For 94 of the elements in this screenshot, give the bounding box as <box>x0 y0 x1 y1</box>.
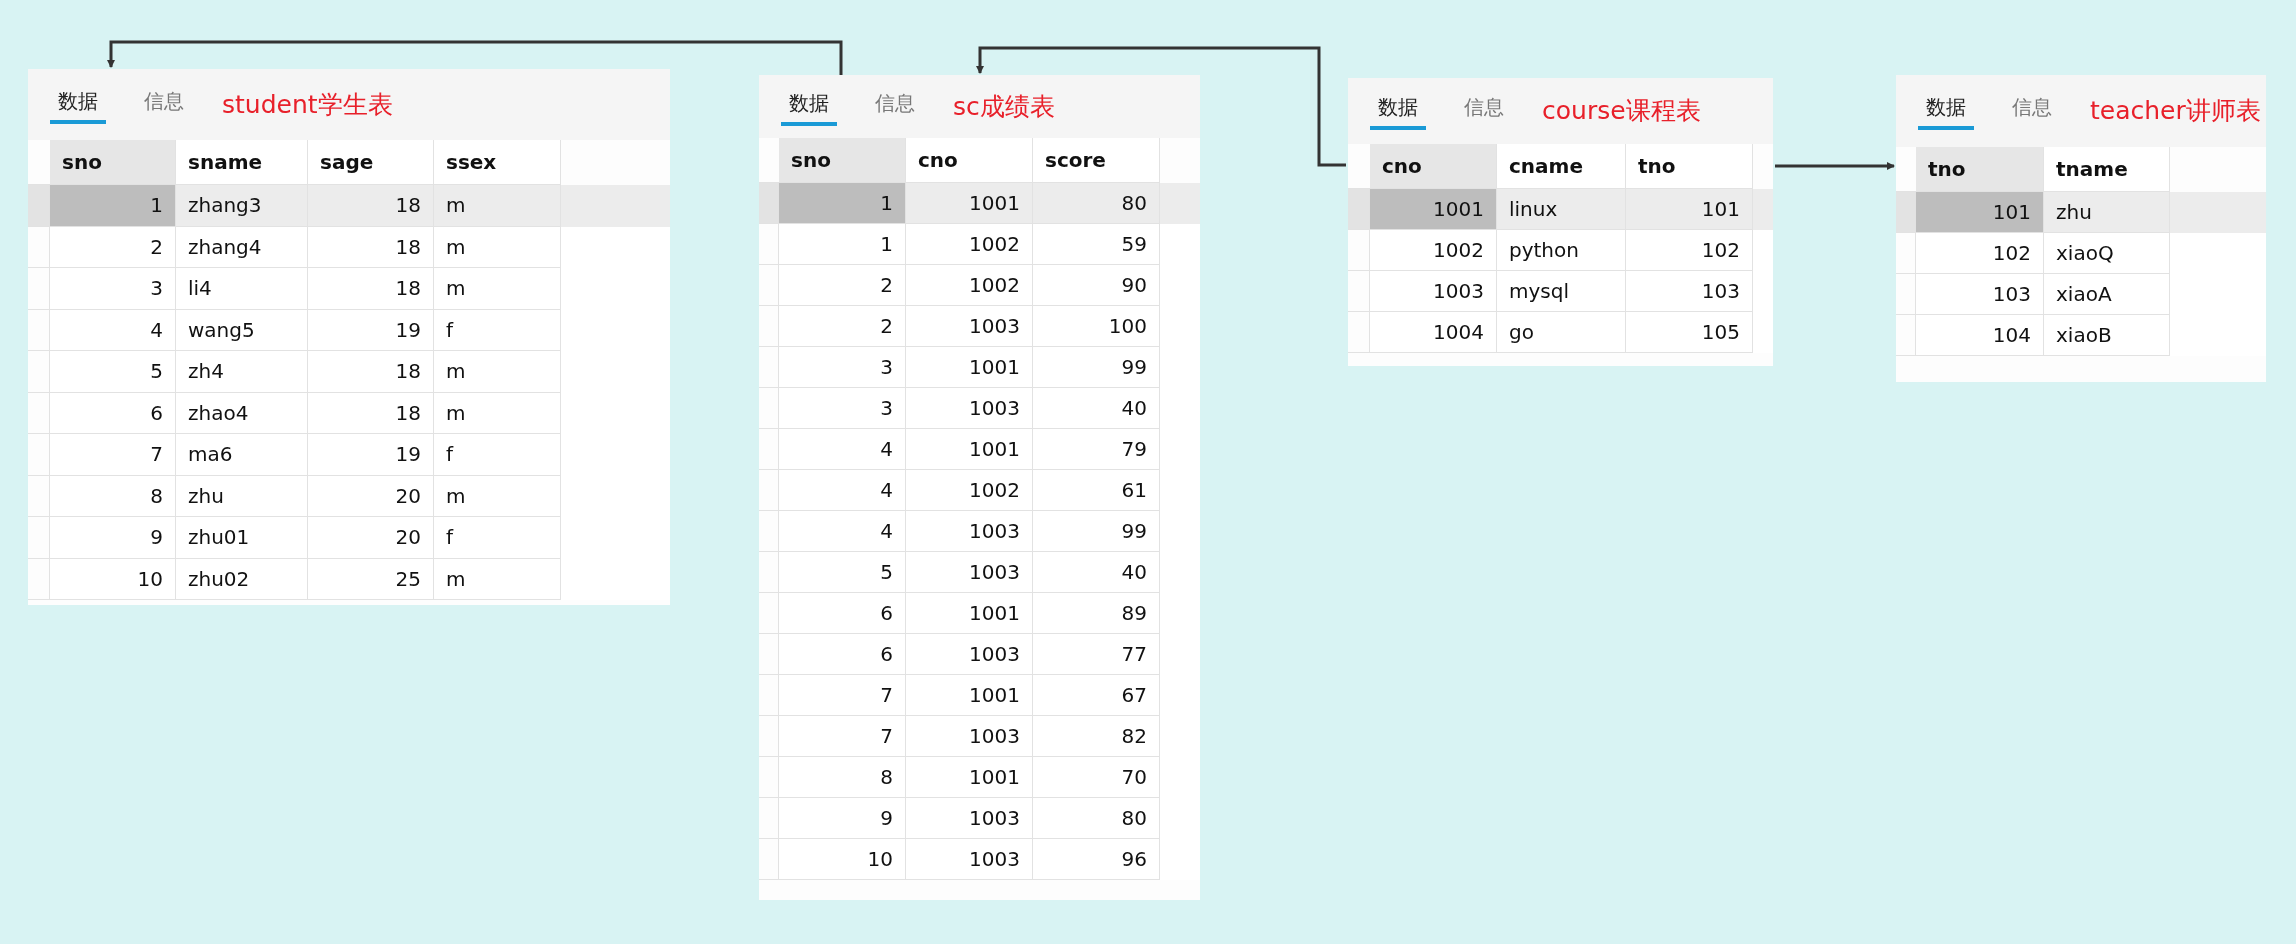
row-selector[interactable] <box>759 675 779 716</box>
column-header[interactable]: cno <box>1370 144 1497 189</box>
table-cell: m <box>434 558 561 600</box>
table-cell: 1 <box>779 183 906 224</box>
column-header[interactable]: tname <box>2044 147 2170 192</box>
row-selector[interactable] <box>759 552 779 593</box>
column-header[interactable]: tno <box>1626 144 1753 189</box>
table-cell: m <box>434 185 561 227</box>
row-selector[interactable] <box>759 511 779 552</box>
table-cell: zhu01 <box>176 517 308 559</box>
table-cell: 1001 <box>1370 189 1497 230</box>
row-selector[interactable] <box>28 185 50 227</box>
table-cell: 25 <box>308 558 434 600</box>
table-cell: 20 <box>308 517 434 559</box>
table-cell: f <box>434 517 561 559</box>
table-cell: ma6 <box>176 434 308 476</box>
table-cell: m <box>434 351 561 393</box>
row-selector[interactable] <box>1896 274 1916 315</box>
row-selector[interactable] <box>759 634 779 675</box>
table-cell: m <box>434 268 561 310</box>
table-cell: zh4 <box>176 351 308 393</box>
row-selector[interactable] <box>1896 233 1916 274</box>
tab[interactable]: 信息 <box>867 87 923 126</box>
table-cell: 101 <box>1916 192 2044 233</box>
table-cell: 3 <box>50 268 176 310</box>
row-selector[interactable] <box>759 347 779 388</box>
column-header[interactable]: cno <box>906 138 1033 183</box>
column-header[interactable]: sage <box>308 140 434 185</box>
row-selector[interactable] <box>759 183 779 224</box>
row-selector[interactable] <box>1896 315 1916 356</box>
row-selector[interactable] <box>28 475 50 517</box>
row-selector[interactable] <box>28 392 50 434</box>
row-selector[interactable] <box>759 224 779 265</box>
column-header[interactable]: sname <box>176 140 308 185</box>
table-cell: 10 <box>50 558 176 600</box>
column-header[interactable]: ssex <box>434 140 561 185</box>
table-cell: zhang3 <box>176 185 308 227</box>
row-selector[interactable] <box>759 265 779 306</box>
row-selector[interactable] <box>28 268 50 310</box>
table-title: teacher讲师表 <box>2090 95 2261 128</box>
tab[interactable]: 数据 <box>50 85 106 124</box>
row-selector[interactable] <box>759 593 779 634</box>
row-selector[interactable] <box>759 798 779 839</box>
row-selector[interactable] <box>1896 192 1916 233</box>
table-cell: go <box>1497 312 1626 353</box>
row-selector[interactable] <box>28 226 50 268</box>
row-selector[interactable] <box>1348 189 1370 230</box>
table-title: course课程表 <box>1542 95 1701 128</box>
column-header[interactable]: score <box>1033 138 1160 183</box>
tab[interactable]: 数据 <box>781 87 837 126</box>
table-cell: 1003 <box>906 839 1033 880</box>
row-selector[interactable] <box>28 351 50 393</box>
row-selector[interactable] <box>1348 230 1370 271</box>
table-cell: 7 <box>50 434 176 476</box>
table-cell: 96 <box>1033 839 1160 880</box>
row-selector[interactable] <box>1348 312 1370 353</box>
table-title: student学生表 <box>222 88 393 121</box>
table-cell: 104 <box>1916 315 2044 356</box>
table-cell: xiaoB <box>2044 315 2170 356</box>
tab[interactable]: 数据 <box>1918 92 1974 130</box>
row-selector[interactable] <box>28 517 50 559</box>
column-header[interactable]: tno <box>1916 147 2044 192</box>
table-cell: 9 <box>50 517 176 559</box>
row-selector[interactable] <box>759 716 779 757</box>
row-selector[interactable] <box>759 306 779 347</box>
tab[interactable]: 数据 <box>1370 92 1426 130</box>
table-cell: 18 <box>308 185 434 227</box>
row-selector[interactable] <box>759 757 779 798</box>
table-cell: li4 <box>176 268 308 310</box>
table-cell: 10 <box>779 839 906 880</box>
table-cell: 19 <box>308 434 434 476</box>
row-selector[interactable] <box>759 839 779 880</box>
row-selector[interactable] <box>759 429 779 470</box>
column-header[interactable]: cname <box>1497 144 1626 189</box>
row-selector[interactable] <box>1348 271 1370 312</box>
table-title: sc成绩表 <box>953 90 1055 123</box>
row-selector[interactable] <box>759 470 779 511</box>
tab[interactable]: 信息 <box>2004 92 2060 130</box>
table-cell: 18 <box>308 351 434 393</box>
row-selector[interactable] <box>759 388 779 429</box>
tab[interactable]: 信息 <box>1456 92 1512 130</box>
table-cell: 5 <box>50 351 176 393</box>
table-cell: f <box>434 434 561 476</box>
column-header[interactable]: sno <box>779 138 906 183</box>
table-cell: 1004 <box>1370 312 1497 353</box>
tab[interactable]: 信息 <box>136 85 192 124</box>
table-cell: 18 <box>308 268 434 310</box>
row-selector[interactable] <box>28 558 50 600</box>
table-cell: zhu02 <box>176 558 308 600</box>
row-selector[interactable] <box>28 434 50 476</box>
row-selector[interactable] <box>28 309 50 351</box>
table-cell: 105 <box>1626 312 1753 353</box>
column-header[interactable]: sno <box>50 140 176 185</box>
table-cell: 1 <box>50 185 176 227</box>
